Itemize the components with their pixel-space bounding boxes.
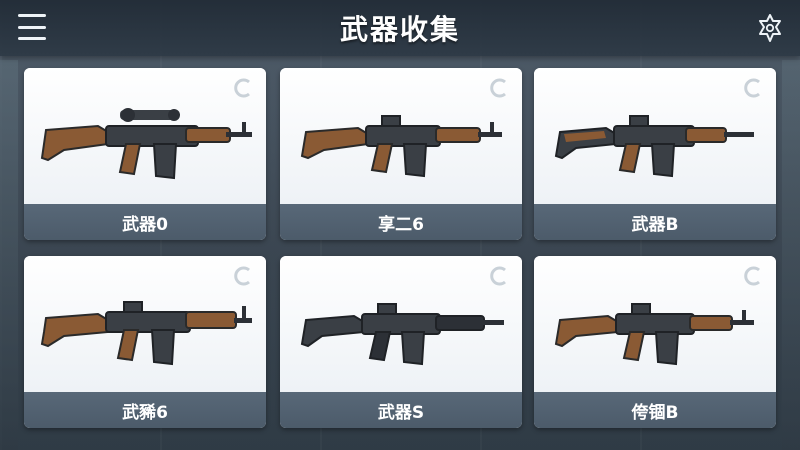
collection-badge-icon [490, 78, 506, 98]
weapon-card[interactable]: 享二6 [280, 68, 522, 240]
weapon-card[interactable]: 武器0 [24, 68, 266, 240]
weapon-image-area [280, 256, 522, 392]
weapon-image-area [24, 256, 266, 392]
weapon-name: 享二6 [280, 204, 522, 240]
rifle-icon [300, 115, 502, 178]
collection-badge-icon [234, 266, 250, 286]
weapon-name: 武器B [534, 204, 776, 240]
weapon-image-area [24, 68, 266, 204]
rifle-icon [300, 303, 504, 366]
weapon-image-area [534, 68, 776, 204]
collection-badge-icon [744, 78, 760, 98]
weapon-card[interactable]: 侉锢B [534, 256, 776, 428]
weapon-name: 侉锢B [534, 392, 776, 428]
weapon-card[interactable]: 武器B [534, 68, 776, 240]
top-bar: 武器收集 [0, 0, 800, 56]
weapon-card[interactable]: 武豨6 [24, 256, 266, 428]
rifle-icon [40, 301, 252, 366]
rifle-icon [554, 303, 754, 366]
weapon-image-area [280, 68, 522, 204]
settings-star-icon[interactable] [754, 12, 786, 44]
collection-badge-icon [744, 266, 760, 286]
rifle-icon [40, 108, 252, 180]
weapon-image-area [534, 256, 776, 392]
weapon-card[interactable]: 武器S [280, 256, 522, 428]
weapon-name: 武器S [280, 392, 522, 428]
rifle-icon [554, 115, 754, 178]
collection-badge-icon [234, 78, 250, 98]
page-title: 武器收集 [339, 13, 460, 46]
weapon-grid: 武器0 享二6 武器B 武豨6 武器S 侉锢B [24, 68, 776, 434]
collection-badge-icon [490, 266, 506, 286]
weapon-name: 武豨6 [24, 392, 266, 428]
weapon-name: 武器0 [24, 204, 266, 240]
